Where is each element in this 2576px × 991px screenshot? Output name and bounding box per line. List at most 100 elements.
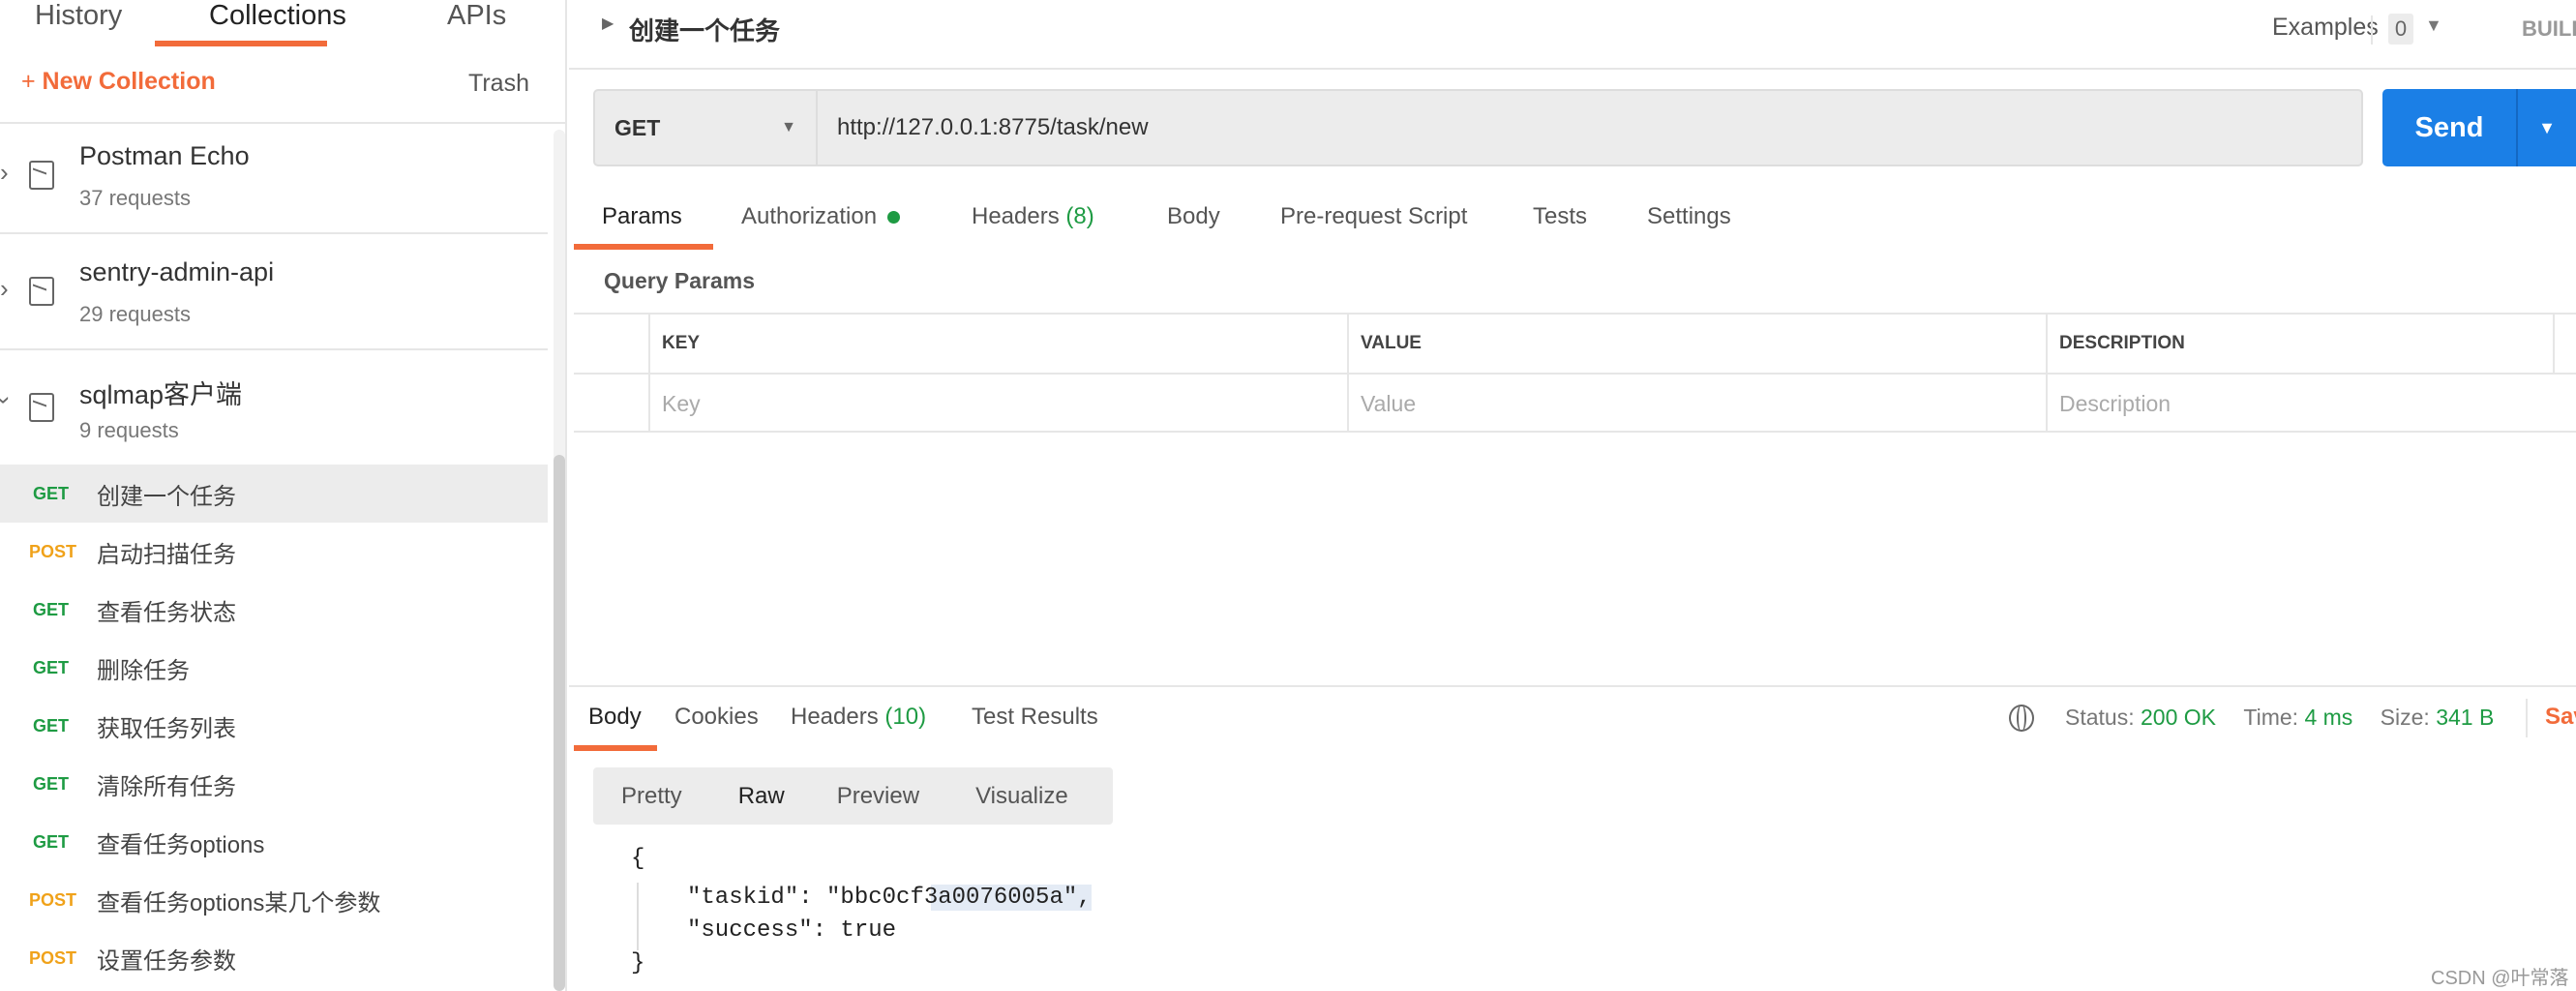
plus-icon: + (21, 68, 43, 95)
caret-right-icon[interactable]: ▶ (602, 14, 614, 33)
response-body-line: } (631, 950, 645, 976)
divider (2526, 699, 2528, 737)
column-key: KEY (650, 315, 1349, 373)
globe-icon[interactable] (2009, 705, 2034, 732)
query-params-title: Query Params (604, 268, 755, 293)
request-name: 设置任务参数 (97, 947, 236, 975)
collection-name: sqlmap客户端 (79, 380, 243, 409)
request-name: 获取任务列表 (97, 715, 236, 742)
request-item[interactable]: POST 启动扫描任务 (0, 523, 548, 581)
view-raw[interactable]: Raw (738, 783, 785, 810)
request-item[interactable]: GET 查看任务状态 (0, 581, 548, 639)
request-item[interactable]: GET 获取任务列表 (0, 697, 548, 755)
time-label: Time: (2243, 705, 2299, 730)
method-badge: GET (33, 831, 70, 852)
tab-collections[interactable]: Collections (209, 0, 346, 32)
status-dot-icon (886, 211, 900, 224)
view-preview[interactable]: Preview (837, 783, 919, 810)
tab-pre-request-script[interactable]: Pre-request Script (1280, 203, 1467, 230)
send-button[interactable]: Send (2382, 89, 2516, 166)
request-item[interactable]: POST 查看任务options某几个参数 (0, 871, 548, 929)
response-tab-test-results[interactable]: Test Results (972, 704, 1098, 731)
chevron-right-icon: › (0, 158, 9, 187)
tab-count: (10) (884, 704, 927, 730)
request-item[interactable]: POST 设置任务参数 (0, 929, 548, 987)
chevron-down-icon: › (0, 396, 19, 405)
tab-history[interactable]: History (35, 0, 122, 32)
method-select[interactable]: GET ▼ (595, 91, 818, 165)
examples-count: 0 (2388, 14, 2413, 45)
url-input[interactable] (820, 91, 2358, 165)
method-badge: GET (33, 483, 70, 503)
size-label: Size: (2380, 705, 2430, 730)
sidebar: History Collections APIs + New Collectio… (0, 0, 567, 991)
tab-body[interactable]: Body (1167, 203, 1220, 230)
active-tab-indicator (574, 244, 713, 250)
tab-settings[interactable]: Settings (1647, 203, 1731, 230)
key-input[interactable]: Key (650, 375, 1349, 433)
trash-button[interactable]: Trash (468, 70, 529, 98)
new-collection-button[interactable]: + New Collection (21, 68, 216, 96)
collection-sentry-admin-api[interactable]: › sentry-admin-api 29 requests (0, 240, 548, 348)
table-header: KEY VALUE DESCRIPTION (574, 315, 2576, 375)
row-checkbox[interactable] (574, 375, 650, 433)
status-value: 200 OK (2141, 705, 2216, 730)
method-badge: GET (33, 599, 70, 619)
chevron-right-icon: › (0, 274, 9, 303)
send-options-dropdown[interactable]: ▼ (2518, 89, 2576, 166)
tab-apis[interactable]: APIs (447, 0, 506, 32)
tab-headers[interactable]: Headers (8) (972, 203, 1094, 230)
build-mode[interactable]: BUILD (2522, 16, 2576, 42)
request-name: 查看任务状态 (97, 599, 236, 626)
collection-postman-echo[interactable]: › Postman Echo 37 requests (0, 124, 548, 232)
request-name: 启动扫描任务 (97, 541, 236, 568)
pane-divider[interactable] (569, 685, 2576, 687)
column-description: DESCRIPTION (2048, 315, 2555, 373)
divider (0, 232, 548, 234)
method-badge: GET (33, 715, 70, 736)
request-item[interactable]: GET 查看任务options (0, 813, 548, 871)
tab-label: Headers (972, 203, 1060, 229)
request-item[interactable]: GET 创建一个任务 (0, 465, 548, 523)
tab-authorization[interactable]: Authorization (741, 203, 900, 230)
column-value: VALUE (1349, 315, 2048, 373)
request-name: 查看任务options某几个参数 (97, 889, 381, 916)
response-body-line: { (631, 846, 645, 872)
view-pretty[interactable]: Pretty (621, 783, 682, 810)
view-visualize[interactable]: Visualize (975, 783, 1068, 810)
response-tab-body[interactable]: Body (588, 704, 642, 731)
response-body-line[interactable]: "taskid": "bbc0cf3a0076005a", (687, 885, 1092, 911)
collection-count: 29 requests (79, 302, 191, 326)
method-badge: POST (29, 541, 77, 561)
tab-label: Headers (791, 704, 879, 730)
sidebar-scrollbar-thumb[interactable] (554, 455, 565, 991)
response-tab-cookies[interactable]: Cookies (674, 704, 759, 731)
request-title[interactable]: 创建一个任务 (629, 12, 780, 47)
request-name: 查看任务options (97, 831, 265, 858)
request-name: 删除任务 (97, 657, 190, 684)
request-name: 清除所有任务 (97, 773, 236, 800)
watermark: CSDN @叶常落 (2431, 968, 2569, 989)
tab-params[interactable]: Params (602, 203, 682, 230)
request-item[interactable]: GET 删除任务 (0, 639, 548, 697)
size-value: 341 B (2436, 705, 2495, 730)
examples-label[interactable]: Examples (2272, 14, 2379, 42)
tab-tests[interactable]: Tests (1533, 203, 1587, 230)
save-response-button[interactable]: Sav (2545, 704, 2576, 731)
response-tab-headers[interactable]: Headers (10) (791, 704, 926, 731)
collection-count: 37 requests (79, 186, 191, 210)
table-row: Key Value Description (574, 375, 2576, 433)
tab-label: Authorization (741, 203, 878, 229)
divider (2371, 15, 2373, 45)
description-input[interactable]: Description (2048, 375, 2555, 433)
method-badge: POST (29, 889, 77, 910)
response-meta: Status: 200 OK Time: 4 ms Size: 341 B (2065, 705, 2494, 731)
folder-icon (29, 393, 54, 422)
request-item[interactable]: GET 清除所有任务 (0, 755, 548, 813)
value-input[interactable]: Value (1349, 375, 2048, 433)
folder-icon (29, 161, 54, 190)
examples-dropdown-icon[interactable]: ▼ (2425, 15, 2442, 36)
query-params-table: KEY VALUE DESCRIPTION Key Value Descript… (574, 313, 2576, 433)
response-view-switcher: Pretty Raw Preview Visualize (593, 767, 1113, 825)
collection-sqlmap[interactable]: › sqlmap客户端 9 requests (0, 356, 548, 465)
